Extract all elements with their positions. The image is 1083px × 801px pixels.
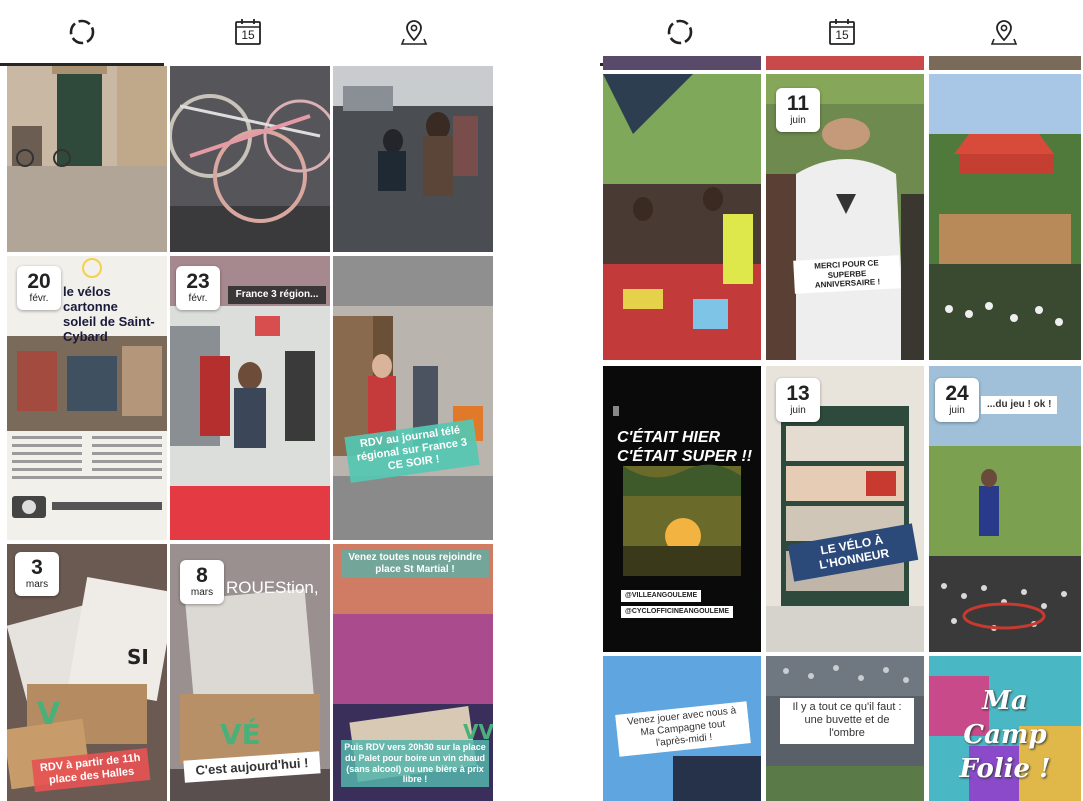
location-pin-icon — [398, 16, 430, 48]
right-screen: 15 11 juin MERCI POUR CE SUPERBE ANNIVER… — [600, 0, 1083, 801]
story-date: 8 mars — [180, 560, 224, 604]
story-headline: C'ÉTAIT HIER C'ÉTAIT SUPER !! — [617, 428, 757, 466]
story-tile[interactable] — [333, 66, 493, 252]
story-headline-line-2: C'ÉTAIT SUPER !! — [617, 448, 753, 465]
circle-dashed-icon — [66, 16, 98, 48]
story-date-month: juin — [949, 405, 965, 416]
story-date-day: 20 — [27, 270, 51, 293]
story-date-day: 13 — [786, 382, 810, 405]
story-tile[interactable] — [603, 74, 761, 360]
story-tile[interactable]: C'ÉTAIT HIER C'ÉTAIT SUPER !! @VILLEANGO… — [603, 366, 761, 652]
newspaper-headline: le vélos cartonne soleil de Saint-Cybard — [63, 284, 167, 344]
story-date: 13 juin — [776, 378, 820, 422]
tab-location[interactable] — [332, 0, 496, 64]
story-thumbnail — [170, 66, 330, 252]
story-tile[interactable]: 13 juin LE VÉLO À L'HONNEUR — [766, 366, 924, 652]
circle-dashed-icon — [664, 16, 696, 48]
story-tile[interactable]: V SI 3 mars RDV à partir de 11h place de… — [7, 544, 167, 801]
story-date: 24 juin — [935, 378, 979, 422]
calendar-icon: 15 — [827, 17, 857, 47]
story-date: 23 févr. — [176, 266, 220, 310]
headline-line-2: soleil de Saint-Cybard — [63, 314, 155, 344]
story-headline-line-1: C'ÉTAIT HIER — [617, 429, 721, 446]
tab-stories[interactable] — [0, 0, 164, 66]
story-date-day: 11 — [786, 92, 810, 115]
story-date-day: 24 — [945, 382, 969, 405]
story-tile[interactable]: Il y a tout ce qu'il faut : une buvette … — [766, 656, 924, 801]
story-date-month: mars — [190, 587, 214, 598]
story-caption: France 3 région... — [228, 286, 326, 304]
tab-location[interactable] — [924, 0, 1083, 64]
tab-calendar[interactable]: 15 — [762, 0, 922, 64]
headline-line-1: le vélos cartonne — [63, 284, 118, 314]
svg-text:V: V — [37, 697, 61, 732]
story-tile[interactable]: 11 juin MERCI POUR CE SUPERBE ANNIVERSAI… — [766, 74, 924, 360]
story-date-month: févr. — [188, 293, 208, 304]
calendar-icon-label: 15 — [241, 28, 255, 42]
story-archive-grid: 20 févr. le vélos cartonne soleil de Sai… — [0, 66, 496, 801]
story-caption-2: Puis RDV vers 20h30 sur la place du Pale… — [341, 740, 489, 788]
story-caption: Venez toutes nous rejoindre place St Mar… — [341, 550, 489, 578]
tab-calendar[interactable]: 15 — [166, 0, 330, 64]
story-tile[interactable] — [170, 66, 330, 252]
story-archive-grid: 11 juin MERCI POUR CE SUPERBE ANNIVERSAI… — [600, 56, 1083, 801]
story-tile[interactable]: 24 juin ...du jeu ! ok ! — [929, 366, 1081, 652]
story-date-day: 23 — [186, 270, 210, 293]
story-date: 3 mars — [15, 552, 59, 596]
svg-text:VÉ: VÉ — [220, 717, 261, 751]
story-thumbnail — [603, 74, 761, 360]
calendar-icon: 15 — [233, 17, 263, 47]
story-tile[interactable] — [929, 56, 1081, 70]
story-date-month: juin — [790, 405, 806, 416]
story-tile[interactable]: RDV au journal télé régional sur France … — [333, 256, 493, 540]
story-date-month: juin — [790, 115, 806, 126]
story-date-month: mars — [25, 579, 49, 590]
story-thumbnail — [929, 74, 1081, 360]
tab-bar: 15 — [0, 0, 496, 66]
story-tile[interactable]: VÉ 8 mars ROUEStion, C'est aujourd'hui ! — [170, 544, 330, 801]
tab-bar: 15 — [600, 0, 1083, 66]
left-screen: 15 20 févr. le vélos cartonne soleil de … — [0, 0, 496, 801]
story-caption: MERCI POUR CE SUPERBE ANNIVERSAIRE ! — [793, 255, 901, 294]
story-tile[interactable]: VV Venez toutes nous rejoindre place St … — [333, 544, 493, 801]
story-date-month: févr. — [29, 293, 49, 304]
story-date: 20 févr. — [17, 266, 61, 310]
svg-text:SI: SI — [127, 645, 149, 669]
story-tile[interactable] — [766, 56, 924, 70]
calendar-icon-label: 15 — [835, 28, 849, 42]
story-tile[interactable]: 23 févr. France 3 région... — [170, 256, 330, 540]
story-tile[interactable] — [929, 74, 1081, 360]
story-tile[interactable] — [7, 66, 167, 252]
story-thumbnail — [333, 66, 493, 252]
story-tile[interactable]: Venez jouer avec nous à Ma Campagne tout… — [603, 656, 761, 801]
story-date: 11 juin — [776, 88, 820, 132]
story-caption: Ma Camp Folie ! — [959, 686, 1051, 784]
location-pin-icon — [988, 16, 1020, 48]
story-date-day: 3 — [31, 556, 43, 579]
story-tile[interactable]: Ma Camp Folie ! — [929, 656, 1081, 801]
story-title: ROUEStion, — [226, 578, 319, 597]
story-mention-tag: @VILLEANGOULEME — [621, 590, 702, 603]
story-date-day: 8 — [196, 564, 208, 587]
story-tile[interactable] — [603, 56, 761, 70]
story-caption: Il y a tout ce qu'il faut : une buvette … — [780, 698, 914, 744]
story-thumbnail — [333, 256, 493, 540]
tab-stories[interactable] — [600, 0, 760, 66]
story-mention-tag: @CYCLOFFICINEANGOULEME — [621, 606, 734, 619]
story-caption: ...du jeu ! ok ! — [981, 396, 1058, 414]
story-tile[interactable]: 20 févr. le vélos cartonne soleil de Sai… — [7, 256, 167, 540]
story-thumbnail — [7, 66, 167, 252]
